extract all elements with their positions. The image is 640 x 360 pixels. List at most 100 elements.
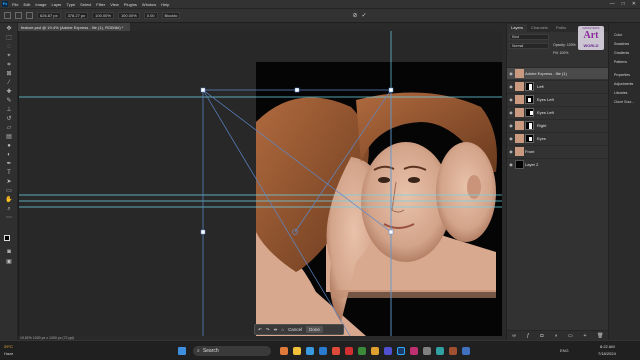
layer-thumbnail (515, 147, 524, 156)
taskbar-app-icon[interactable] (410, 347, 418, 355)
visibility-eye-icon[interactable]: ◉ (507, 136, 515, 141)
panel-properties[interactable]: Properties (614, 73, 630, 77)
taskbar-app-icon[interactable] (280, 347, 288, 355)
layer-row[interactable]: ◉ Layer 2 (507, 158, 609, 170)
delete-layer-icon[interactable]: 🗑 (597, 333, 603, 339)
perspective-line (202, 89, 351, 337)
blend-mode-value: Normal (512, 44, 524, 48)
panel-patterns[interactable]: Patterns (614, 60, 627, 64)
panel-color[interactable]: Color (614, 33, 622, 37)
fill-control[interactable]: Fill: 100% (553, 51, 568, 55)
transform-handle[interactable] (388, 87, 394, 93)
done-button[interactable]: Done (306, 326, 323, 333)
layer-name: Eyes Left (537, 110, 554, 115)
layer-row[interactable]: ◉ Eyes Left (507, 106, 609, 118)
visibility-eye-icon[interactable]: ◉ (507, 149, 515, 154)
fill-label: Fill: (553, 51, 559, 55)
opacity-value: 100% (566, 43, 576, 47)
layer-row[interactable]: ◉ Right (507, 119, 609, 131)
tab-paths[interactable]: Paths (552, 24, 570, 32)
layer-style-icon[interactable]: ƒ (527, 333, 530, 339)
adjustment-layer-icon[interactable]: ◑ (554, 333, 557, 339)
flip-icon[interactable]: ⇹ (274, 327, 278, 333)
panel-adjustments[interactable]: Adjustments (614, 82, 633, 86)
transform-handle[interactable] (200, 229, 206, 235)
transform-handle[interactable] (388, 229, 394, 235)
layers-footer: ∞ ƒ ◘ ◑ ▭ + 🗑 (507, 330, 609, 340)
undo-icon[interactable]: ↶ (258, 327, 262, 333)
weather-temp[interactable]: 29°C (4, 344, 13, 349)
file-explorer-icon[interactable] (293, 347, 301, 355)
layer-name: Layer 2 (525, 162, 539, 167)
new-layer-icon[interactable]: + (583, 333, 586, 339)
layer-row[interactable]: ◉ Eyes Left (507, 93, 609, 105)
panel-gradients[interactable]: Gradients (614, 51, 629, 55)
edge-browser-icon[interactable] (306, 347, 314, 355)
tab-layers[interactable]: Layers (507, 24, 528, 32)
tab-channels[interactable]: Channels (527, 24, 552, 32)
perspective-line (202, 89, 392, 233)
taskbar-app-icon[interactable] (358, 347, 366, 355)
taskbar-app-icon[interactable] (423, 347, 431, 355)
transform-handle[interactable] (200, 87, 206, 93)
layer-row[interactable]: ◉ Adobe Express - file (1) (507, 67, 609, 79)
taskbar-app-icon[interactable] (462, 347, 470, 355)
layer-row[interactable]: ◉ Eyes (507, 132, 609, 144)
panel-libraries[interactable]: Libraries (614, 91, 627, 95)
layer-thumbnail (515, 69, 524, 78)
windows-taskbar: 29°C Haze ⌕ Search ENG 8:22 AM 7/18/2024 (0, 340, 640, 360)
transform-handle[interactable] (294, 87, 300, 93)
weather-desc: Haze (4, 351, 14, 356)
layer-thumbnail (515, 95, 524, 104)
start-icon[interactable] (178, 347, 186, 355)
chrome-icon[interactable] (332, 347, 340, 355)
visibility-eye-icon[interactable]: ◉ (507, 110, 515, 115)
acrobat-icon[interactable] (345, 347, 353, 355)
opacity-label: Opacity: (553, 43, 566, 47)
language-indicator[interactable]: ENG (560, 348, 569, 353)
layer-mask-thumbnail[interactable] (525, 134, 534, 143)
layer-name: Eyes (537, 136, 546, 141)
panel-swatches[interactable]: Swatches (614, 42, 629, 46)
layer-row[interactable]: ◉ Left (507, 80, 609, 92)
search-icon: ⌕ (197, 348, 200, 354)
layer-mask-thumbnail[interactable] (525, 121, 534, 130)
watermark-logo: MARKETEERS Art WORLD (577, 25, 605, 51)
layer-thumbnail (515, 108, 524, 117)
clock-date[interactable]: 7/18/2024 (598, 351, 616, 356)
layer-mask-thumbnail[interactable] (525, 95, 534, 104)
photoshop-taskbar-icon[interactable] (397, 347, 405, 355)
add-mask-icon[interactable]: ◘ (540, 333, 543, 339)
cancel-button[interactable]: Cancel (288, 327, 302, 332)
panel-clone-source[interactable]: Clone Sour... (614, 100, 634, 104)
fill-value: 100% (559, 51, 569, 55)
layer-row[interactable]: ◉ Front (507, 145, 609, 157)
perspective-line (294, 89, 392, 233)
visibility-eye-icon[interactable]: ◉ (507, 71, 515, 76)
visibility-eye-icon[interactable]: ◉ (507, 84, 515, 89)
collapsed-panels: Color Swatches Gradients Patterns Proper… (608, 23, 640, 340)
visibility-eye-icon[interactable]: ◉ (507, 123, 515, 128)
link-layers-icon[interactable]: ∞ (512, 333, 516, 339)
taskbar-app-icon[interactable] (384, 347, 392, 355)
layer-mask-thumbnail[interactable] (525, 108, 534, 117)
layer-name: Left (537, 84, 544, 89)
redo-icon[interactable]: ↷ (266, 327, 270, 333)
layer-name: Eyes Left (537, 97, 554, 102)
layer-mask-thumbnail[interactable] (525, 82, 534, 91)
layer-name: Front (525, 149, 535, 154)
store-icon[interactable] (319, 347, 327, 355)
layer-filter-select[interactable]: Kind (509, 34, 549, 40)
clock-time[interactable]: 8:22 AM (600, 344, 615, 349)
visibility-eye-icon[interactable]: ◉ (507, 162, 515, 167)
warp-icon[interactable]: ⌂ (281, 327, 284, 332)
layer-thumbnail (515, 121, 524, 130)
opacity-control[interactable]: Opacity: 100% (553, 43, 576, 47)
taskbar-app-icon[interactable] (449, 347, 457, 355)
taskbar-app-icon[interactable] (436, 347, 444, 355)
new-group-icon[interactable]: ▭ (568, 333, 573, 339)
taskbar-search[interactable]: ⌕ Search (193, 346, 271, 356)
blend-mode-select[interactable]: Normal (509, 43, 549, 49)
taskbar-app-icon[interactable] (371, 347, 379, 355)
visibility-eye-icon[interactable]: ◉ (507, 97, 515, 102)
